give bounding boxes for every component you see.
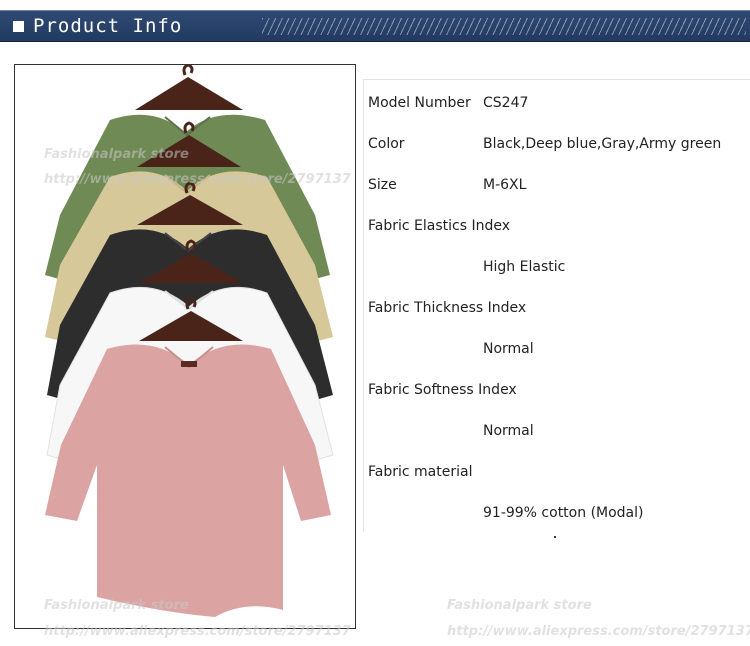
bullet-square-icon — [13, 21, 24, 32]
spec-value-material: 91-99% cotton (Modal) — [483, 505, 644, 521]
section-title: Product Info — [33, 15, 183, 37]
decorative-stripes — [262, 18, 746, 35]
spec-value-thickness: Normal — [483, 341, 534, 357]
spec-label-size: Size — [368, 177, 397, 193]
watermark-url: http://www.aliexpress.com/store/2797137 — [447, 624, 750, 639]
spec-label-softness: Fabric Softness Index — [368, 382, 517, 398]
watermark-store: Fashionalpark store — [447, 598, 592, 613]
specifications-table: Model Number CS247 Color Black,Deep blue… — [363, 79, 750, 532]
spec-value-elastics: High Elastic — [483, 259, 566, 275]
spec-label-color: Color — [368, 136, 405, 152]
spec-value-color: Black,Deep blue,Gray,Army green — [483, 136, 722, 152]
watermark-url: http://www.aliexpress.com/store/2797137 — [44, 172, 351, 187]
watermark-store: Fashionalpark store — [44, 598, 189, 613]
spec-label-thickness: Fabric Thickness Index — [368, 300, 527, 316]
spec-value-size: M-6XL — [483, 177, 527, 193]
spec-value-model-number: CS247 — [483, 95, 529, 111]
watermark-url: http://www.aliexpress.com/store/2797137 — [44, 624, 351, 639]
spec-label-elastics: Fabric Elastics Index — [368, 218, 510, 234]
section-header-banner: Product Info — [0, 10, 750, 42]
stray-dot — [554, 536, 556, 538]
watermark-store: Fashionalpark store — [44, 147, 189, 162]
spec-label-model-number: Model Number — [368, 95, 471, 111]
spec-value-softness: Normal — [483, 423, 534, 439]
spec-label-material: Fabric material — [368, 464, 473, 480]
